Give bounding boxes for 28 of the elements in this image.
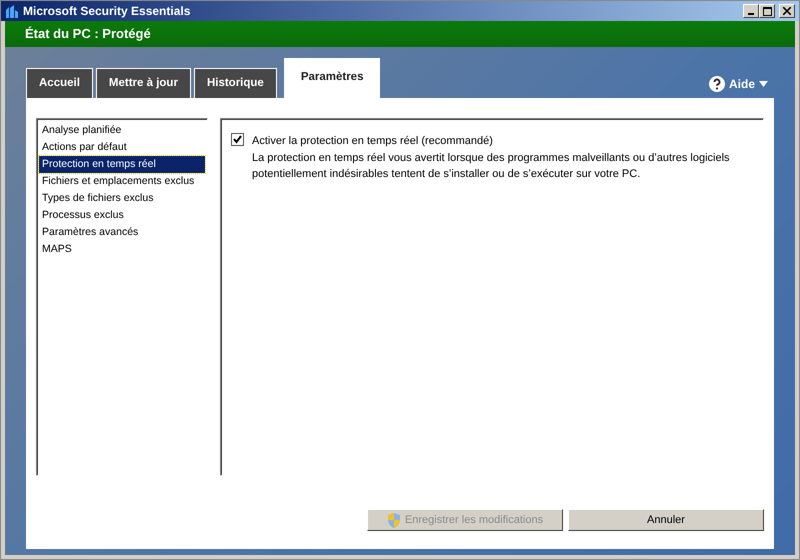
tab[interactable]: Accueil <box>26 68 93 98</box>
sidebar-item[interactable]: Fichiers et emplacements exclus <box>39 173 205 190</box>
sidebar-item[interactable]: Analyse planifiée <box>39 122 205 139</box>
sidebar-item[interactable]: Types de fichiers exclus <box>39 190 205 207</box>
help-icon <box>708 76 725 92</box>
action-button[interactable]: Annuler <box>568 509 764 531</box>
minimize-button[interactable] <box>743 4 759 18</box>
sidebar-item[interactable]: MAPS <box>39 241 205 258</box>
tab[interactable]: Historique <box>194 68 277 98</box>
close-button[interactable] <box>779 4 795 18</box>
checkbox[interactable] <box>231 133 244 146</box>
sidebar-item[interactable]: Processus exclus <box>39 207 205 224</box>
status-text: État du PC : Protégé <box>25 25 151 44</box>
sidebar-item[interactable]: Protection en temps réel <box>39 156 205 173</box>
caret-icon <box>759 81 768 87</box>
help-button[interactable]: Aide <box>702 74 774 94</box>
shield-icon <box>386 512 401 528</box>
maximize-icon <box>762 6 772 16</box>
checkbox-label[interactable]: Activer la protection en temps réel (recommandé) <box>252 133 753 150</box>
sidebar-item[interactable]: Actions par défaut <box>39 139 205 156</box>
sidebar-item[interactable]: Paramètres avancés <box>39 224 205 241</box>
window-title: Microsoft Security Essentials <box>23 3 190 20</box>
setting-description: La protection en temps réel vous avertit lorsque des programmes malveillants ou d’autres logiciels potentiellement indésirables tentent de s’installer ou de s’exécuter sur votre PC. <box>252 150 731 182</box>
app-icon <box>5 4 19 18</box>
close-icon <box>783 7 791 15</box>
tab[interactable]: Mettre à jour <box>96 68 191 98</box>
tab[interactable]: Paramètres <box>284 58 380 98</box>
maximize-button[interactable] <box>759 4 775 18</box>
